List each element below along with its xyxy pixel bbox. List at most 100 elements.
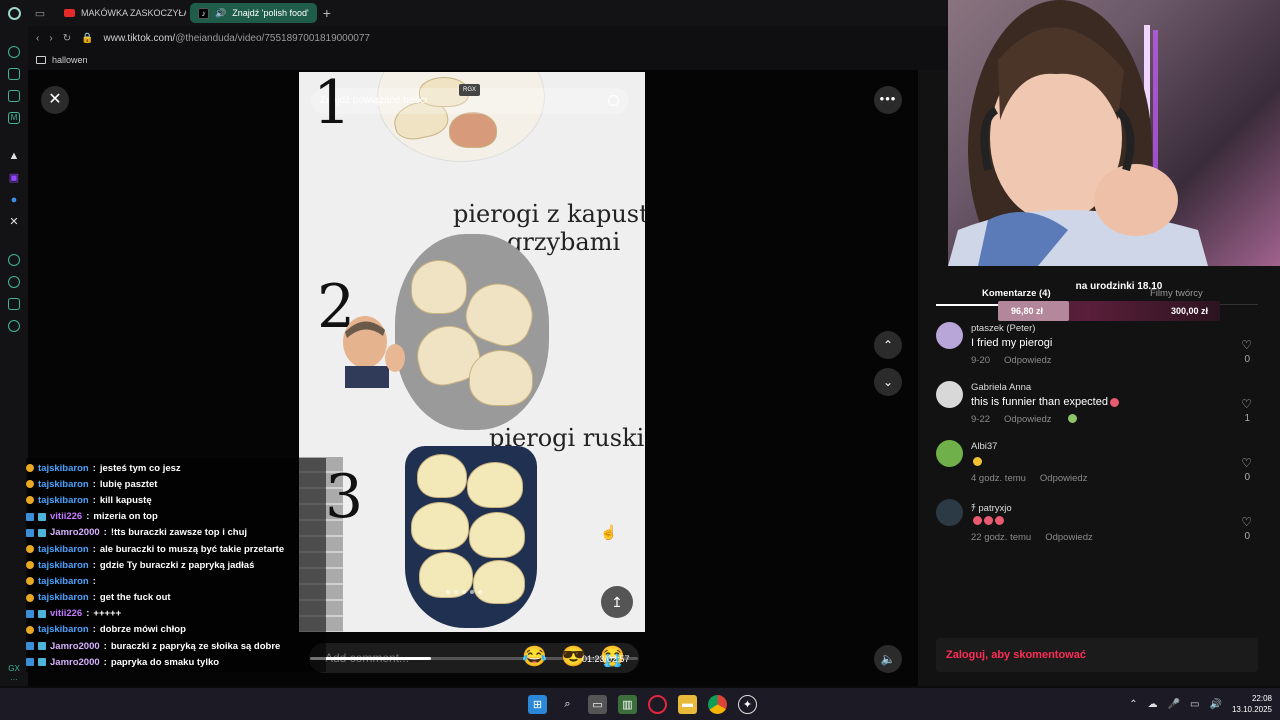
previous-video-button[interactable]: ⌃ — [874, 331, 902, 359]
comment-author[interactable]: ptaszek (Peter) — [971, 323, 1035, 334]
bookmark-folder[interactable]: hallowen — [52, 55, 88, 65]
reply-link[interactable]: Odpowiedz — [1004, 414, 1052, 425]
chat-username[interactable]: Jamro2000 — [50, 641, 100, 652]
display-icon[interactable]: ▭ — [1190, 699, 1199, 710]
pierog — [411, 260, 467, 314]
tab-menu-icon[interactable]: ▭ — [28, 0, 52, 26]
reply-link[interactable]: Odpowiedz — [1004, 355, 1052, 366]
wallet-icon[interactable] — [8, 90, 20, 102]
avatar[interactable] — [936, 499, 963, 526]
chat-badge-icon — [38, 528, 46, 537]
emoji-icon — [1067, 414, 1077, 423]
chat-text: ale buraczki to muszą być takie przetart… — [99, 543, 285, 555]
chat-username[interactable]: vitii226 — [50, 608, 82, 619]
comment-date: 9-20 — [971, 355, 991, 366]
chat-separator: : — [103, 527, 107, 539]
like-heart-icon[interactable]: ♡ — [1241, 456, 1252, 470]
chevron-up-icon[interactable]: ⌃ — [1129, 699, 1137, 710]
clock[interactable]: 22:08 13.10.2025 — [1232, 693, 1272, 715]
reload-icon[interactable]: ↻ — [63, 33, 71, 44]
discord-like-icon[interactable]: ✦ — [738, 694, 757, 714]
search-icon[interactable] — [608, 95, 619, 106]
volume-button[interactable]: 🔈 — [874, 645, 902, 673]
login-cta[interactable]: Zaloguj, aby skomentować — [946, 649, 1086, 661]
app-icon[interactable]: ▥ — [618, 694, 637, 714]
lock-icon: 🔒 — [81, 32, 94, 44]
twitch-icon[interactable]: ▣ — [8, 172, 20, 184]
chat-username[interactable]: tajskibaron — [38, 560, 89, 571]
microphone-icon[interactable]: 🎤 — [1168, 699, 1180, 710]
comment-author[interactable]: Albi37 — [971, 441, 997, 452]
app-a-icon[interactable]: ▲ — [8, 150, 20, 162]
chat-username[interactable]: tajskibaron — [38, 495, 89, 506]
comment-author[interactable]: Gabriela Anna — [971, 382, 1031, 393]
chat-username[interactable]: tajskibaron — [38, 544, 89, 555]
search-taskbar-icon[interactable]: ⌕ — [558, 695, 577, 714]
opera-logo-icon[interactable] — [0, 0, 28, 26]
aria-icon[interactable] — [8, 46, 20, 58]
like-heart-icon[interactable]: ♡ — [1241, 515, 1252, 529]
next-video-button[interactable]: ⌄ — [874, 368, 902, 396]
reply-link[interactable]: Odpowiedz — [1040, 473, 1088, 484]
file-explorer-icon[interactable]: ▬ — [678, 694, 697, 714]
chat-badge-icon — [26, 545, 34, 554]
video-frame[interactable]: Znajdź powiązane treści RGX 1 pierogi z … — [299, 72, 645, 632]
new-tab-button[interactable]: + — [323, 5, 331, 21]
forward-icon[interactable]: › — [49, 33, 52, 44]
chat-separator: : — [103, 656, 107, 668]
chat-message: tajskibaron: ale buraczki to muszą być ta… — [26, 541, 326, 557]
chrome-icon[interactable] — [708, 694, 727, 714]
chat-username[interactable]: Jamro2000 — [50, 527, 100, 538]
like-heart-icon[interactable]: ♡ — [1241, 338, 1252, 352]
close-button[interactable]: ✕ — [41, 86, 69, 114]
scroll-up-icon[interactable]: ↥ — [601, 586, 633, 618]
chat-text: lubię pasztet — [99, 478, 158, 490]
volume-icon[interactable]: 🔊 — [1210, 699, 1222, 710]
reply-link[interactable]: Odpowiedz — [1045, 532, 1093, 543]
emoji-icon — [973, 515, 982, 525]
comment-item: ﾁ patryxjo 22 godz. temu Odpowiedz ♡ 0 — [936, 499, 1260, 558]
clock-time: 22:08 — [1251, 694, 1272, 703]
x-icon[interactable]: ✕ — [8, 216, 20, 228]
player-icon[interactable] — [8, 254, 20, 266]
chat-username[interactable]: vitii226 — [50, 511, 82, 522]
chat-text: kill kapustę — [99, 494, 152, 506]
tab-tiktok[interactable]: ♪ 🔊 Znajdź 'polish food' — [190, 3, 317, 23]
avatar[interactable] — [936, 322, 963, 349]
comment-item: Gabriela Anna this is funnier than expect… — [936, 381, 1260, 440]
chat-username[interactable]: Jamro2000 — [50, 657, 100, 668]
start-icon[interactable]: ⊞ — [528, 694, 547, 714]
pierog — [417, 454, 467, 498]
messenger-icon[interactable]: ● — [8, 194, 20, 206]
chat-username[interactable]: tajskibaron — [38, 592, 89, 603]
gx-m-icon[interactable]: M — [8, 112, 20, 124]
goal-title: na urodzinki 18.10 — [1075, 281, 1163, 292]
chat-username[interactable]: tajskibaron — [38, 463, 89, 474]
more-options-button[interactable]: ••• — [874, 86, 902, 114]
extensions-icon[interactable] — [8, 298, 20, 310]
url-field[interactable]: www.tiktok.com/@theianduda/video/7551897… — [104, 33, 370, 44]
comment-author[interactable]: ﾁ patryxjo — [971, 500, 1012, 514]
like-heart-icon[interactable]: ♡ — [1241, 397, 1252, 411]
chat-username[interactable]: tajskibaron — [38, 576, 89, 587]
tab-youtube[interactable]: MAKÓWKA ZASKOCZYŁA — [56, 3, 186, 23]
chat-message: tajskibaron: kill kapustę — [26, 492, 326, 508]
chat-username[interactable]: tajskibaron — [38, 479, 89, 490]
cloud-icon[interactable]: ☁ — [1148, 699, 1158, 710]
opera-gx-taskbar-icon[interactable] — [648, 694, 667, 714]
workspace-icon[interactable] — [8, 68, 20, 80]
avatar[interactable] — [936, 440, 963, 467]
comment-item: ptaszek (Peter) I fried my pierogi 9-20 Odp… — [936, 322, 1260, 381]
task-view-icon[interactable]: ▭ — [588, 694, 607, 714]
pierog — [449, 112, 497, 148]
history-icon[interactable] — [8, 276, 20, 288]
speaker-icon[interactable]: 🔊 — [215, 8, 226, 19]
login-to-comment[interactable]: Zaloguj, aby skomentować — [936, 638, 1258, 672]
back-icon[interactable]: ‹ — [36, 33, 39, 44]
chat-badge-icon — [38, 658, 46, 667]
chat-username[interactable]: tajskibaron — [38, 624, 89, 635]
avatar[interactable] — [936, 381, 963, 408]
settings-icon[interactable] — [8, 320, 20, 332]
comment-meta: 9-20 Odpowiedz — [971, 355, 1052, 366]
laughing-emoji-icon[interactable]: 😂 — [522, 644, 547, 669]
